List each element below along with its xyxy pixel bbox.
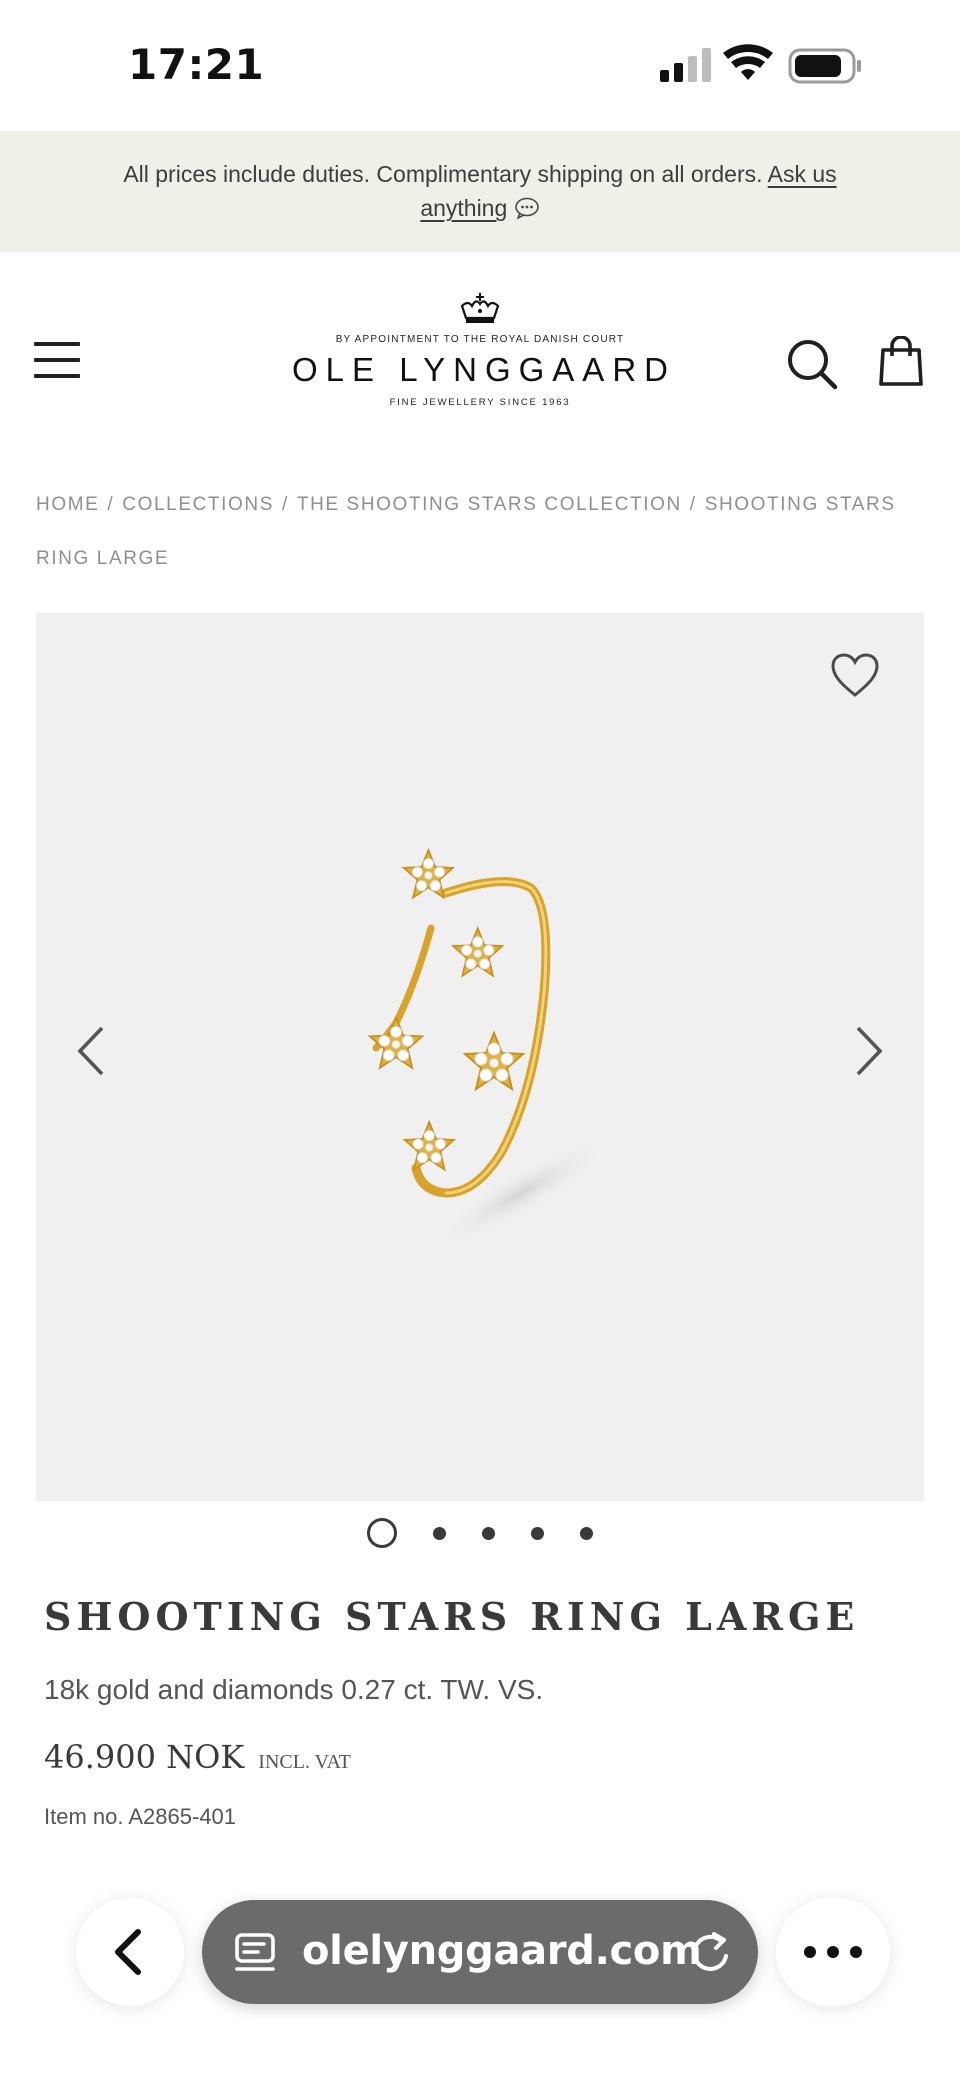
wifi-icon (723, 44, 773, 80)
breadcrumb-separator: / (689, 494, 697, 515)
gallery-pagination (0, 1518, 960, 1552)
royal-crown-icon (460, 293, 500, 323)
site-header: BY APPOINTMENT TO THE ROYAL DANISH COURT… (0, 252, 960, 462)
product-image-ring (368, 849, 609, 1247)
gallery-dot-3[interactable] (482, 1526, 495, 1540)
breadcrumb-collections[interactable]: COLLECTIONS (122, 494, 274, 515)
address-url: olelynggaard.com (302, 1928, 702, 1974)
hamburger-line (34, 342, 80, 346)
brand-logo[interactable]: BY APPOINTMENT TO THE ROYAL DANISH COURT… (250, 292, 710, 432)
gallery-dot-1[interactable] (367, 1518, 397, 1548)
chevron-right-icon[interactable] (854, 1025, 884, 1077)
more-dots-icon (804, 1946, 862, 1958)
breadcrumb-separator: / (281, 494, 289, 515)
product-price-row: 46.900 NOK INCL. VAT (44, 1738, 351, 1776)
chevron-left-icon[interactable] (76, 1025, 106, 1077)
gallery-dot-2[interactable] (433, 1526, 446, 1540)
hamburger-menu-button[interactable] (34, 342, 82, 378)
address-bar[interactable]: olelynggaard.com (202, 1900, 758, 2004)
status-bar: 17:21 (0, 0, 960, 130)
product-image-gallery[interactable] (36, 613, 924, 1501)
status-icons (660, 44, 861, 84)
item-number: Item no. A2865-401 (44, 1804, 237, 1829)
vat-note: INCL. VAT (258, 1751, 351, 1773)
product-title: SHOOTING STARS RING LARGE (44, 1594, 860, 1639)
browser-toolbar: olelynggaard.com (0, 1880, 960, 2081)
breadcrumb-home[interactable]: HOME (36, 494, 99, 515)
battery-icon (788, 48, 861, 84)
browser-back-button[interactable] (76, 1898, 184, 2006)
cellular-signal-icon (660, 48, 711, 82)
chat-bubble-icon[interactable] (514, 197, 540, 220)
shopping-bag-icon[interactable] (878, 336, 924, 388)
search-icon[interactable] (786, 338, 838, 390)
gallery-dot-5[interactable] (580, 1526, 593, 1540)
status-time: 17:21 (128, 40, 265, 89)
brand-name: OLE LYNGGAARD (292, 351, 676, 388)
product-material: 18k gold and diamonds 0.27 ct. TW. VS. (44, 1674, 544, 1705)
brand-tagline: FINE JEWELLERY SINCE 1963 (389, 397, 571, 408)
breadcrumb: HOME / COLLECTIONS / THE SHOOTING STARS COLL… (36, 478, 916, 586)
breadcrumb-separator: / (107, 494, 115, 515)
reload-icon[interactable] (688, 1930, 732, 1974)
hamburger-line (34, 374, 80, 378)
product-price: 46.900 NOK (44, 1738, 245, 1776)
browser-more-button[interactable] (776, 1898, 890, 2006)
announcement-bar: All prices include duties. Complimentary… (0, 131, 960, 252)
chevron-left-icon (115, 1929, 141, 1975)
breadcrumb-shooting-stars-collection[interactable]: THE SHOOTING STARS COLLECTION (297, 494, 682, 515)
heart-icon[interactable] (830, 653, 880, 699)
hamburger-line (34, 358, 80, 362)
appointment-text: BY APPOINTMENT TO THE ROYAL DANISH COURT (335, 334, 625, 345)
page-settings-icon[interactable] (234, 1932, 278, 1974)
gallery-dot-4[interactable] (531, 1526, 544, 1540)
announcement-text: All prices include duties. Complimentary… (123, 161, 763, 187)
